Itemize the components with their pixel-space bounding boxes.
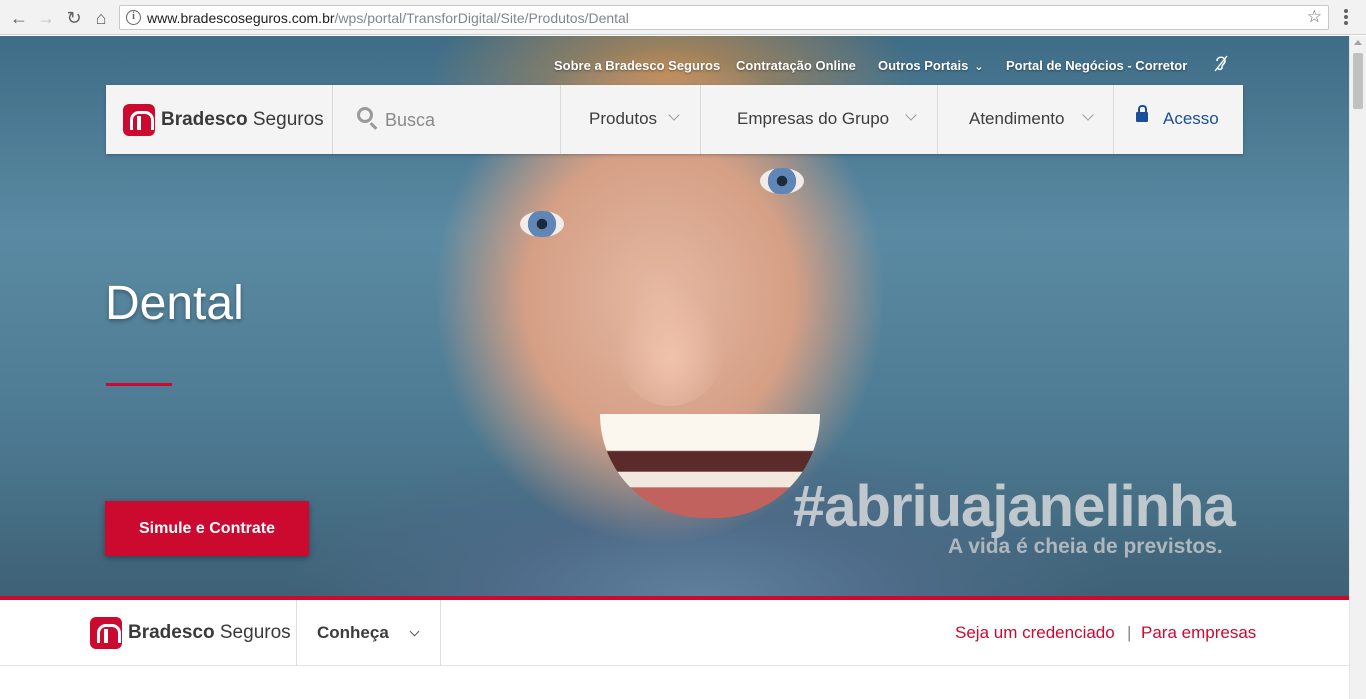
brand-logo[interactable]: Bradesco Seguros <box>106 85 333 154</box>
accessibility-ear-icon[interactable] <box>1210 52 1232 74</box>
divider <box>440 600 441 666</box>
search-box[interactable] <box>333 85 561 154</box>
outros-portais-label: Outros Portais <box>878 58 969 73</box>
link-para-empresas[interactable]: Para empresas <box>1141 623 1256 643</box>
chevron-down-icon <box>668 109 680 121</box>
link-separator: | <box>1127 623 1132 642</box>
divider <box>296 600 297 666</box>
info-icon[interactable]: i <box>126 10 141 25</box>
url-path: /wps/portal/TransforDigital/Site/Produto… <box>334 10 629 26</box>
link-contratacao-online[interactable]: Contratação Online <box>736 58 856 73</box>
simule-contrate-button[interactable]: Simule e Contrate <box>105 501 309 556</box>
url-domain: www.bradescoseguros.com.br <box>147 10 335 26</box>
hero-photo-smile <box>600 414 820 518</box>
brand-name: Bradesco Seguros <box>161 108 324 130</box>
hero-photo-face <box>615 286 725 406</box>
menu-produtos-label: Produtos <box>589 109 658 128</box>
link-sobre[interactable]: Sobre a Bradesco Seguros <box>554 58 720 73</box>
acesso-button[interactable]: Acesso <box>1114 85 1243 154</box>
campaign-hashtag: #abriuajanelinha <box>793 474 1236 539</box>
bradesco-logo-icon <box>123 103 155 136</box>
acesso-label: Acesso <box>1163 109 1219 128</box>
browser-toolbar: ← → ↻ ⌂ i www.bradescoseguros.com.br/wps… <box>0 0 1366 35</box>
address-bar[interactable]: i www.bradescoseguros.com.br/wps/portal/… <box>119 5 1329 30</box>
brand-name: Bradesco Seguros <box>128 622 291 643</box>
hero-photo-eye <box>520 211 564 237</box>
scrollbar-thumb[interactable] <box>1353 53 1363 109</box>
link-portal-corretor[interactable]: Portal de Negócios - Corretor <box>1006 58 1187 73</box>
bookmark-star-icon[interactable]: ☆ <box>1307 7 1322 27</box>
chevron-down-icon <box>905 109 917 121</box>
campaign-tagline: A vida é cheia de previstos. <box>948 535 1223 558</box>
back-icon[interactable]: ← <box>8 7 30 29</box>
menu-empresas-label: Empresas do Grupo <box>737 109 890 128</box>
title-underline <box>106 383 172 386</box>
menu-empresas-grupo[interactable]: Empresas do Grupo <box>701 85 938 154</box>
brand-logo-secondary[interactable]: Bradesco Seguros <box>90 617 291 649</box>
home-icon[interactable]: ⌂ <box>90 7 112 29</box>
main-nav: Bradesco Seguros Produtos Empresas do Gr… <box>106 85 1243 154</box>
search-input[interactable] <box>385 105 545 135</box>
scroll-up-icon[interactable] <box>1354 40 1362 45</box>
link-outros-portais[interactable]: Outros Portais ⌄ <box>878 58 984 73</box>
lock-icon <box>1136 105 1148 122</box>
search-icon[interactable] <box>357 107 373 123</box>
page-scrollbar[interactable] <box>1349 36 1366 699</box>
chevron-down-icon <box>1082 109 1094 121</box>
secondary-nav: Bradesco Seguros Conheça Seja um credenc… <box>0 600 1349 666</box>
browser-menu-icon[interactable] <box>1338 7 1354 29</box>
reload-icon[interactable]: ↻ <box>63 7 85 29</box>
url-text[interactable]: www.bradescoseguros.com.br/wps/portal/Tr… <box>147 10 629 26</box>
forward-icon[interactable]: → <box>35 7 57 29</box>
menu-produtos[interactable]: Produtos <box>561 85 701 154</box>
hero-photo-eye <box>760 168 804 194</box>
chevron-down-icon[interactable] <box>409 626 420 637</box>
link-seja-credenciado[interactable]: Seja um credenciado <box>955 623 1115 643</box>
menu-atendimento[interactable]: Atendimento <box>938 85 1114 154</box>
chevron-down-icon: ⌄ <box>974 61 984 73</box>
bradesco-logo-icon <box>90 617 122 649</box>
menu-atendimento-label: Atendimento <box>969 109 1065 128</box>
page-title: Dental <box>105 277 244 330</box>
conheca-dropdown[interactable]: Conheça <box>317 623 389 643</box>
